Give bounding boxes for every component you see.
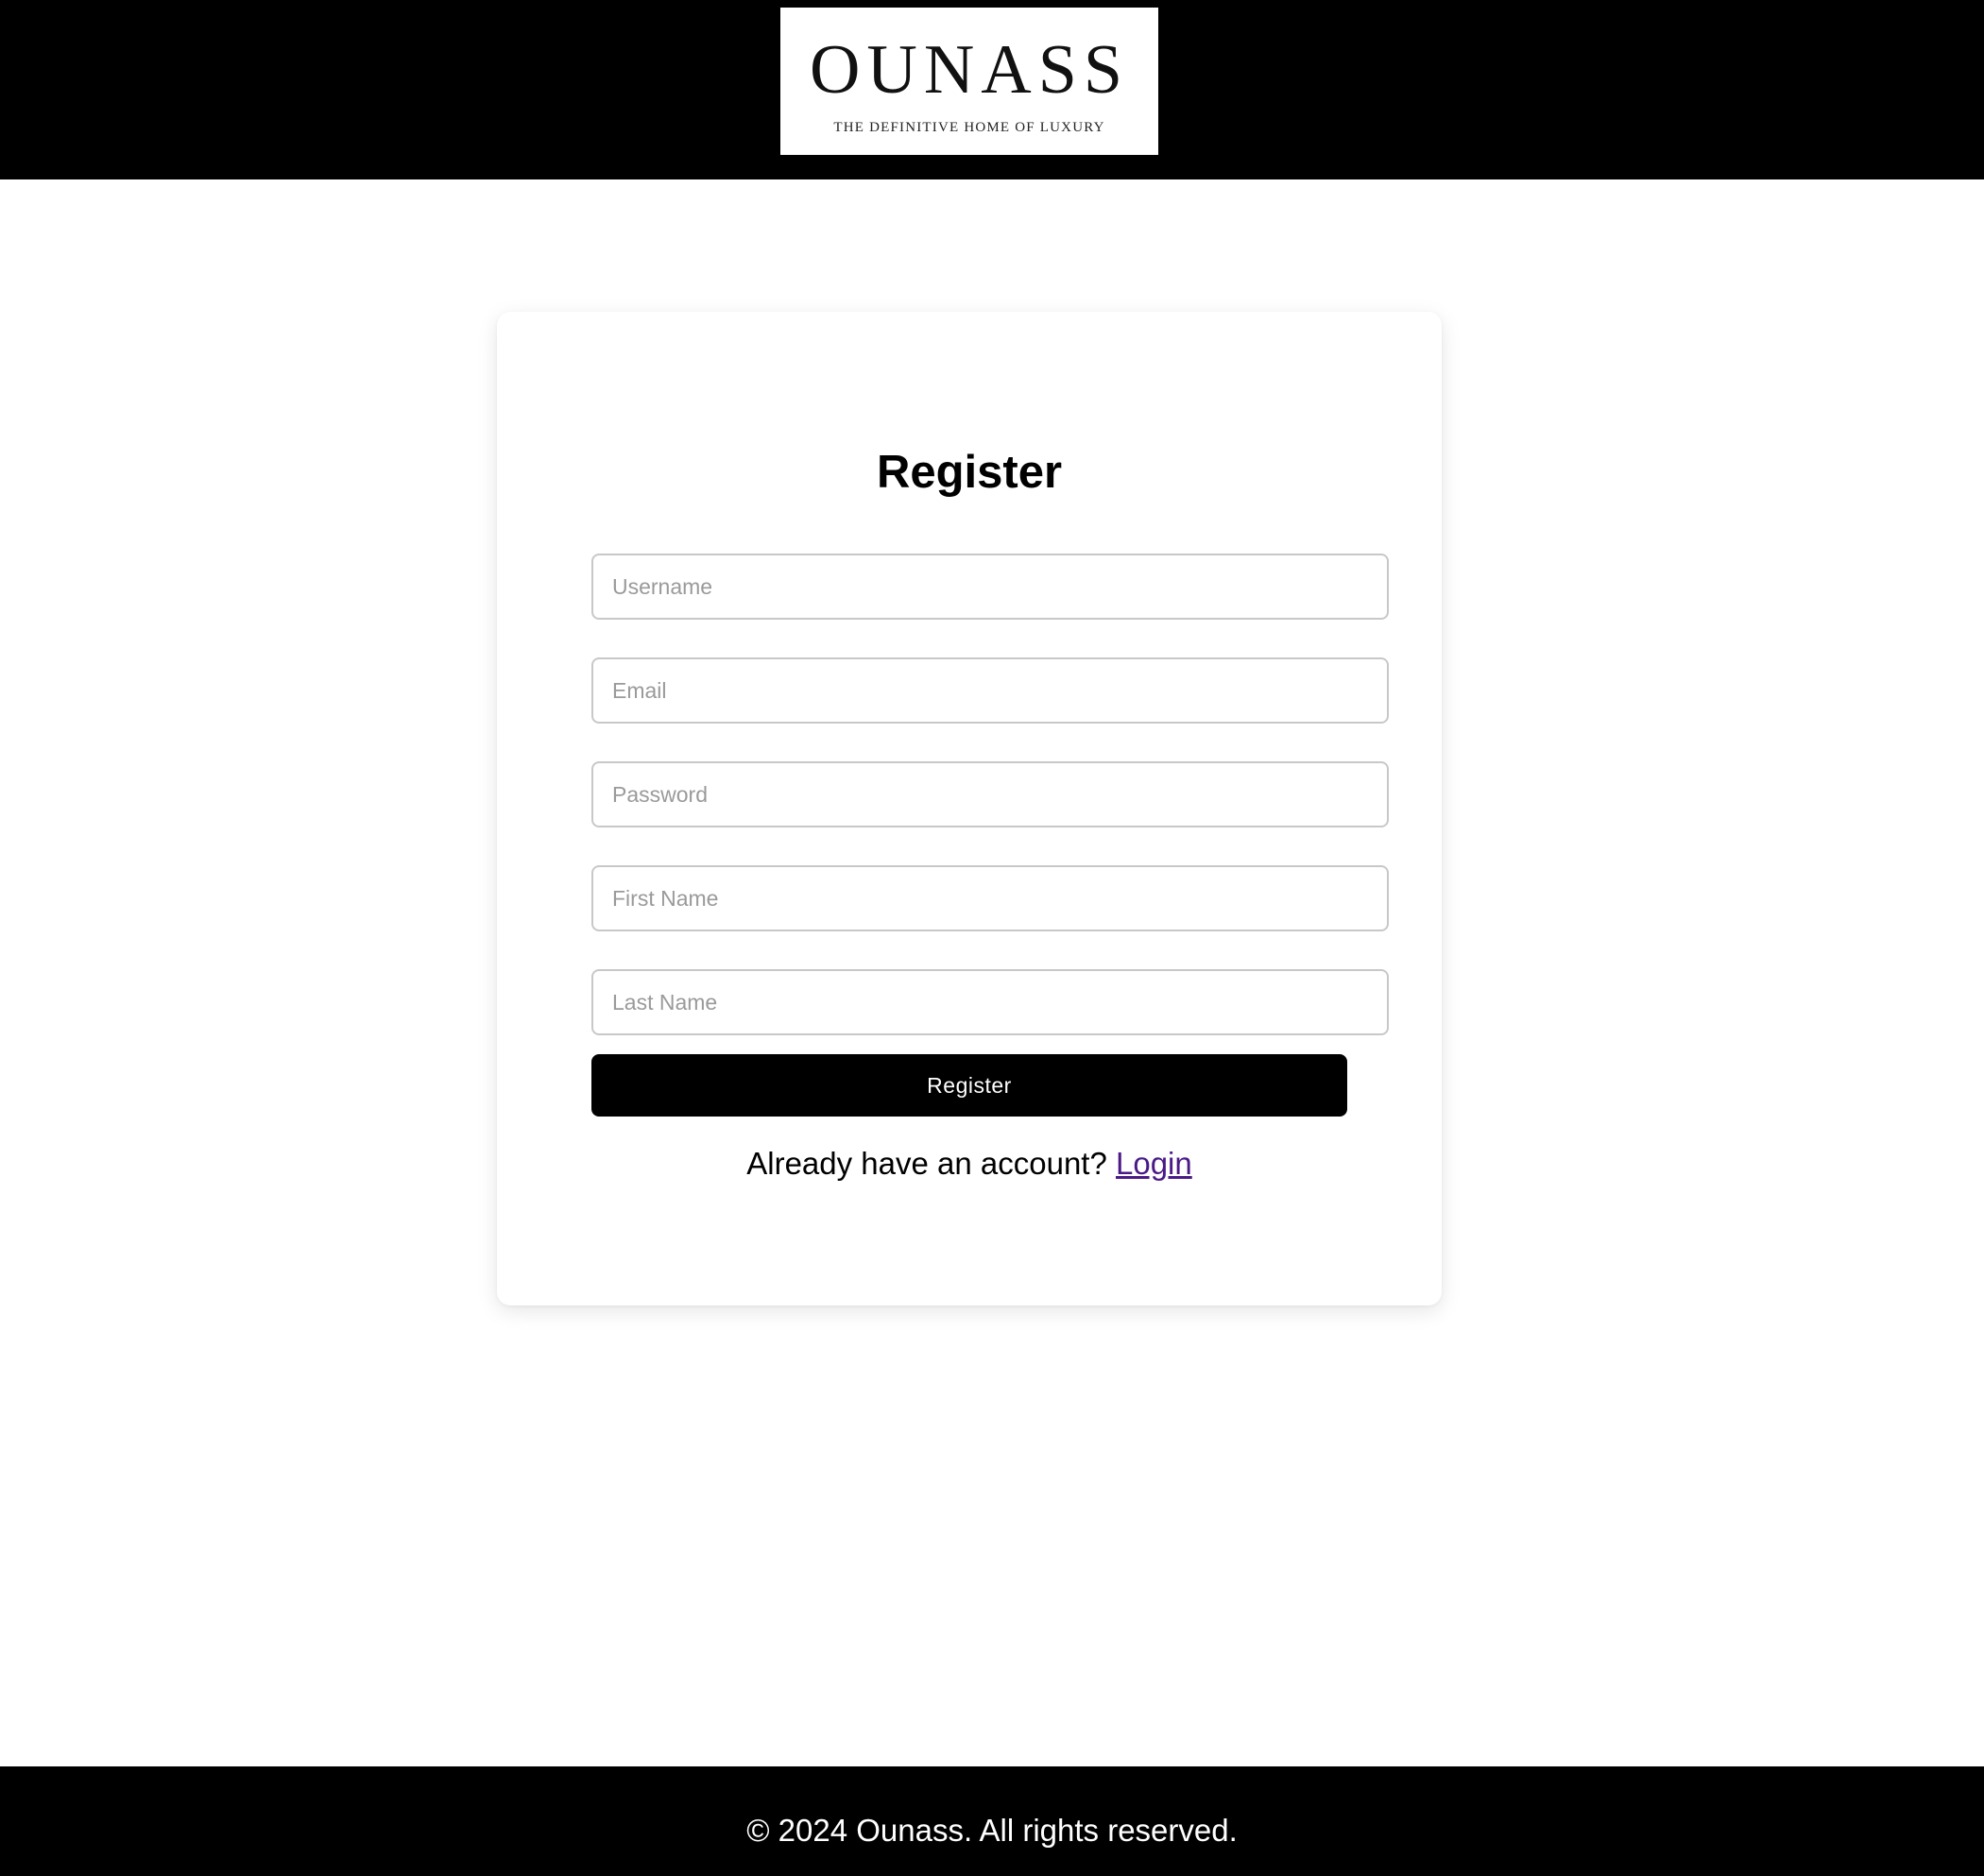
username-input[interactable] [591, 554, 1389, 620]
first-name-input[interactable] [591, 865, 1389, 931]
register-card: Register Register Already have an accoun… [497, 312, 1442, 1305]
register-page: OUNASS THE DEFINITIVE HOME OF LUXURY Reg… [0, 0, 1984, 1876]
login-link[interactable]: Login [1116, 1146, 1192, 1181]
register-button[interactable]: Register [591, 1054, 1347, 1117]
logo-wordmark: OUNASS [809, 31, 1130, 109]
copyright-text: © 2024 Ounass. All rights reserved. [746, 1813, 1238, 1848]
site-footer: © 2024 Ounass. All rights reserved. [0, 1766, 1984, 1876]
email-input[interactable] [591, 657, 1389, 724]
site-header: OUNASS THE DEFINITIVE HOME OF LUXURY [0, 0, 1984, 179]
logo-tagline: THE DEFINITIVE HOME OF LUXURY [833, 120, 1105, 135]
ounass-logo[interactable]: OUNASS THE DEFINITIVE HOME OF LUXURY [780, 8, 1158, 155]
login-prompt: Already have an account? Login [497, 1145, 1442, 1183]
password-input[interactable] [591, 761, 1389, 827]
last-name-input[interactable] [591, 969, 1389, 1035]
register-title: Register [876, 447, 1063, 498]
login-prompt-text: Already have an account? [746, 1146, 1116, 1181]
